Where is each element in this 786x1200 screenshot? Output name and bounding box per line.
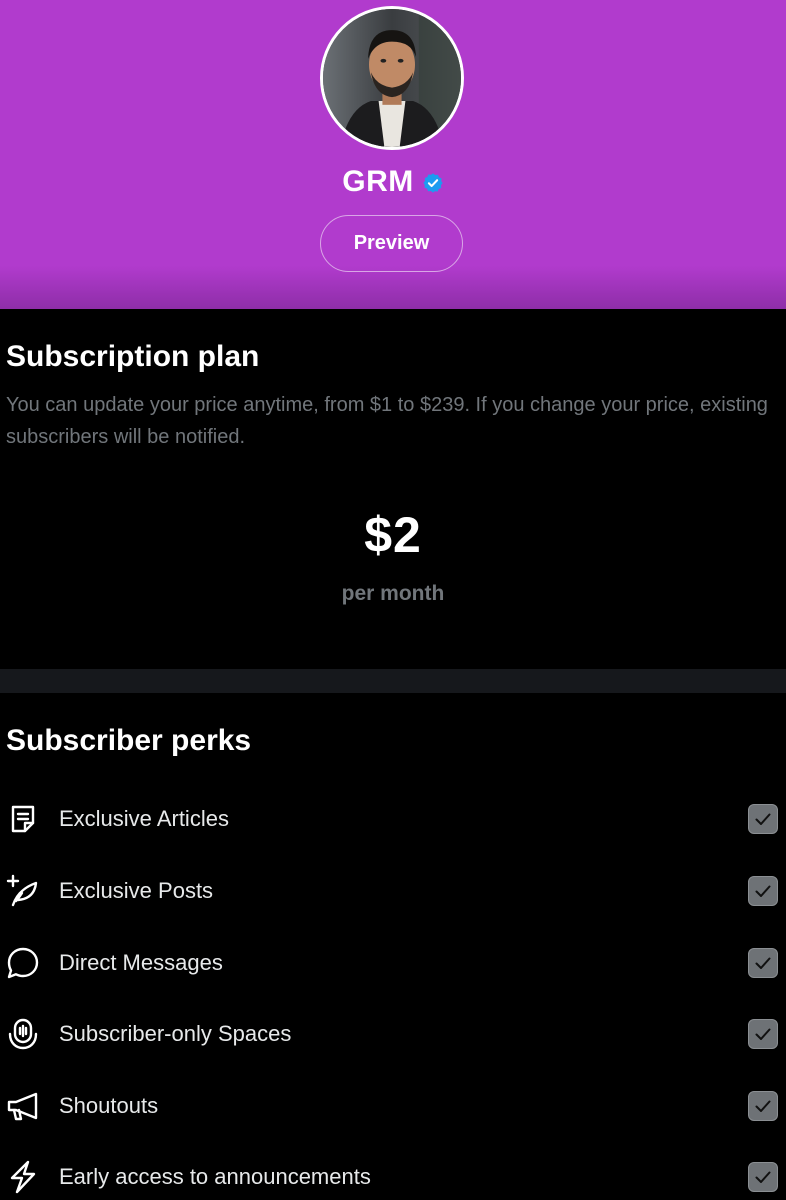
- verified-badge-icon: [423, 173, 443, 193]
- chat-bubble-icon: [6, 946, 40, 980]
- display-name: GRM: [342, 165, 414, 198]
- preview-button[interactable]: Preview: [320, 215, 463, 272]
- perk-checkbox[interactable]: [748, 948, 778, 978]
- perk-exclusive-articles[interactable]: Exclusive Articles: [0, 788, 786, 848]
- perk-checkbox[interactable]: [748, 1019, 778, 1049]
- perk-label: Direct Messages: [59, 950, 223, 975]
- perk-checkbox[interactable]: [748, 1162, 778, 1192]
- perk-checkbox[interactable]: [748, 876, 778, 906]
- article-icon: [6, 802, 40, 836]
- megaphone-icon: [6, 1089, 40, 1123]
- name-row: GRM: [0, 163, 786, 201]
- perk-label: Exclusive Posts: [59, 878, 214, 903]
- perk-label: Exclusive Articles: [59, 806, 229, 831]
- checkmark-icon: [755, 813, 771, 825]
- perk-label: Early access to announcements: [59, 1164, 371, 1189]
- price-period: per month: [341, 582, 445, 605]
- spaces-mic-icon: [6, 1017, 40, 1051]
- profile-header: GRM Preview: [0, 0, 786, 309]
- perk-label: Shoutouts: [59, 1093, 159, 1118]
- perk-exclusive-posts[interactable]: Exclusive Posts: [0, 860, 786, 920]
- lightning-icon: [6, 1160, 40, 1194]
- perk-subscriber-only-spaces[interactable]: Subscriber-only Spaces: [0, 1003, 786, 1063]
- subscription-plan-heading: Subscription plan: [6, 340, 260, 373]
- checkmark-icon: [755, 885, 771, 897]
- perk-shoutouts[interactable]: Shoutouts: [0, 1075, 786, 1135]
- perk-checkbox[interactable]: [748, 1091, 778, 1121]
- perk-early-access[interactable]: Early access to announcements: [0, 1146, 786, 1200]
- feather-plus-icon: [6, 874, 40, 908]
- price-value[interactable]: $2: [0, 506, 786, 564]
- section-divider: [0, 669, 786, 693]
- checkmark-icon: [755, 957, 771, 969]
- perk-direct-messages[interactable]: Direct Messages: [0, 932, 786, 992]
- checkmark-icon: [755, 1028, 771, 1040]
- avatar-photo: [323, 9, 461, 147]
- checkmark-icon: [755, 1171, 771, 1183]
- subscription-plan-description: You can update your price anytime, from …: [6, 394, 768, 448]
- perk-checkbox[interactable]: [748, 804, 778, 834]
- avatar[interactable]: [320, 6, 464, 150]
- subscriber-perks-heading: Subscriber perks: [6, 724, 252, 757]
- perk-label: Subscriber-only Spaces: [59, 1021, 292, 1046]
- checkmark-icon: [755, 1100, 771, 1112]
